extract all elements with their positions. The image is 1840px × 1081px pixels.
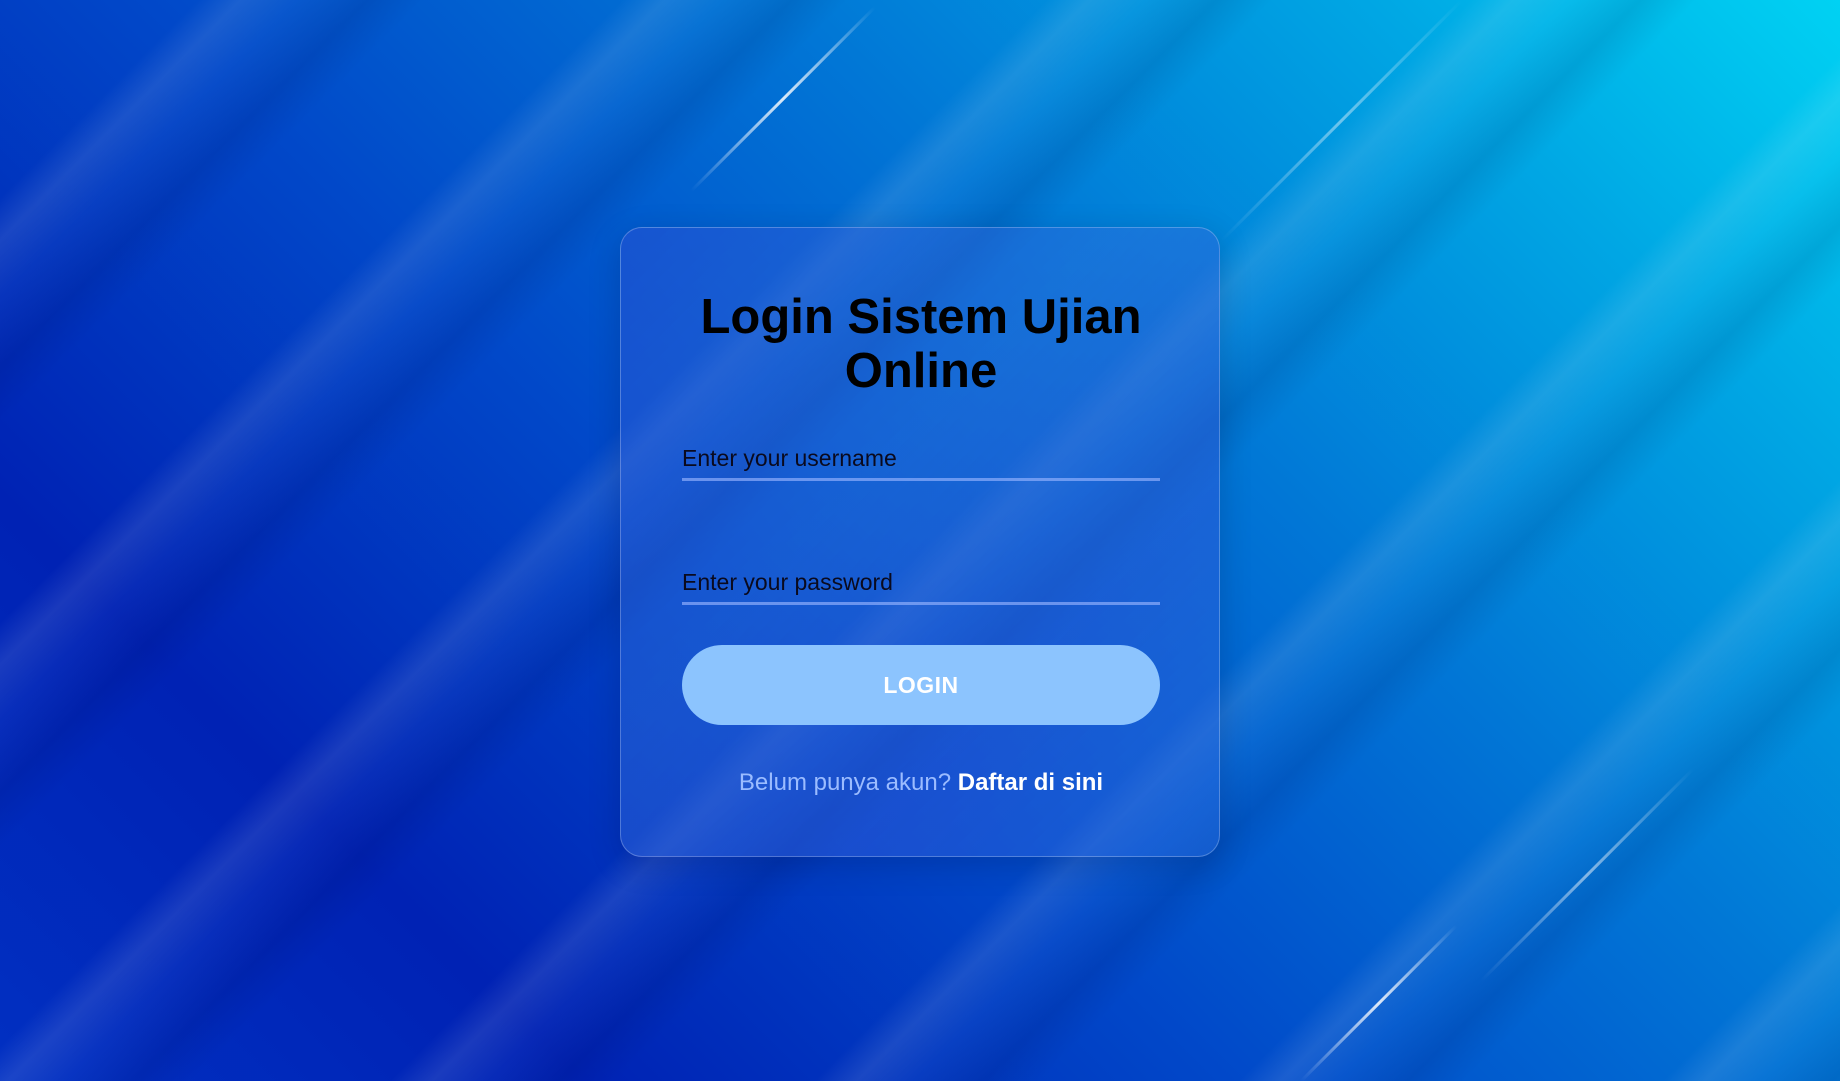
page-title: Login Sistem Ujian Online xyxy=(700,290,1142,398)
password-input[interactable] xyxy=(682,562,1160,605)
register-prompt-text: Belum punya akun? xyxy=(738,769,952,796)
register-prompt: Belum punya akun? Daftar di sini xyxy=(621,769,1221,797)
login-card: Login Sistem Ujian Online LOGIN Belum pu… xyxy=(620,227,1220,857)
username-input[interactable] xyxy=(682,438,1160,481)
register-link[interactable]: Daftar di sini xyxy=(958,769,1103,796)
login-button[interactable]: LOGIN xyxy=(682,645,1160,725)
